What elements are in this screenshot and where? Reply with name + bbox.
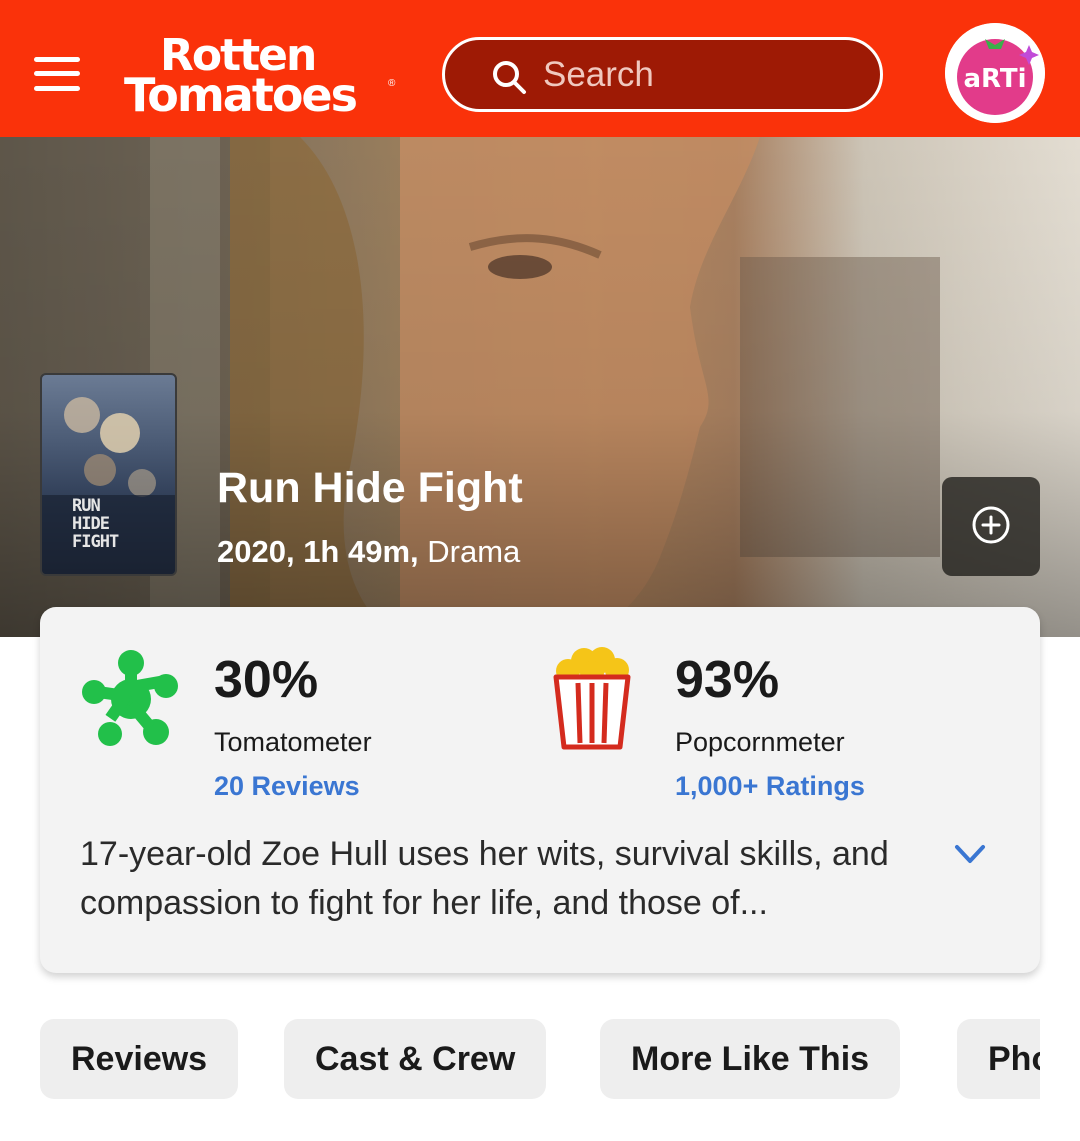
section-tabs: Reviews Cast & Crew More Like This Photo… (40, 1019, 1040, 1099)
search-icon (493, 61, 526, 94)
movie-title: Run Hide Fight (217, 464, 523, 512)
year-runtime: 2020, 1h 49m, (217, 534, 419, 569)
popcorn-bucket-icon (553, 647, 631, 750)
search-bar[interactable] (442, 37, 883, 112)
tab-more-like-this[interactable]: More Like This (600, 1019, 901, 1099)
search-input[interactable] (543, 54, 853, 96)
avatar-text: aRTi (963, 64, 1026, 94)
poster-title: RUN HIDE FIGHT (72, 496, 119, 552)
rotten-tomatoes-logo[interactable]: Rotten Tomatoes ® (124, 34, 399, 119)
movie-synopsis[interactable]: 17-year-old Zoe Hull uses her wits, surv… (80, 830, 940, 928)
movie-meta: 2020, 1h 49m, Drama (217, 534, 520, 570)
registered-mark: ® (388, 78, 396, 89)
top-app-bar: Rotten Tomatoes ® aRTi (0, 0, 1080, 137)
tab-photos[interactable]: Photos (957, 1019, 1040, 1099)
movie-poster[interactable]: RUN HIDE FIGHT (40, 373, 177, 576)
ratings-count-link[interactable]: 1,000+ Ratings (675, 771, 865, 802)
arti-avatar-icon: aRTi (945, 23, 1045, 123)
avatar[interactable]: aRTi (945, 23, 1045, 123)
popcornmeter-score: 93% (675, 651, 780, 709)
popcornmeter-label: Popcornmeter (675, 727, 845, 757)
chevron-down-icon[interactable] (952, 839, 988, 869)
logo-text-tomatoes: Tomatoes (124, 68, 358, 122)
tab-reviews[interactable]: Reviews (40, 1019, 239, 1099)
reviews-count-link[interactable]: 20 Reviews (214, 771, 360, 802)
tomatometer-score: 30% (214, 651, 319, 709)
tab-cast-crew[interactable]: Cast & Crew (284, 1019, 547, 1099)
add-to-watchlist-button[interactable] (942, 477, 1040, 576)
green-splat-icon (82, 650, 178, 746)
plus-circle-icon (972, 506, 1010, 544)
menu-icon[interactable] (34, 54, 80, 94)
genre: Drama (427, 534, 521, 569)
tomatometer-label: Tomatometer (214, 727, 372, 757)
